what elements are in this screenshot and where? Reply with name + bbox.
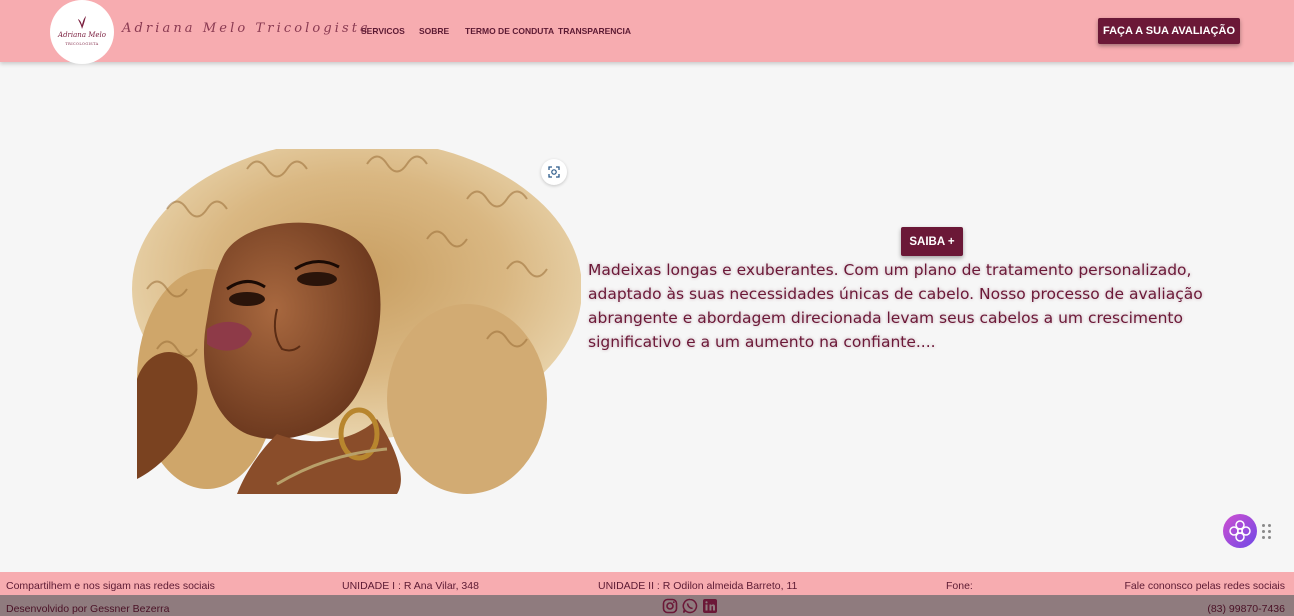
logo-subtext: TRICOLOGISTA: [65, 42, 99, 46]
learn-more-button[interactable]: SAIBA +: [901, 227, 963, 256]
whatsapp-icon[interactable]: [682, 598, 698, 614]
logo-text: Adriana Melo: [58, 31, 106, 39]
scan-zoom-icon: [548, 166, 560, 178]
footer-unit-2: UNIDADE II : R Odilon almeida Barreto, 1…: [598, 580, 798, 592]
brand-name: Adriana Melo Tricologista: [122, 21, 371, 36]
footer-share-text: Compartilhem e nos sigam nas redes socia…: [6, 580, 215, 592]
drag-dots-icon[interactable]: [1262, 524, 1272, 540]
footer-info-bar: Compartilhem e nos sigam nas redes socia…: [0, 572, 1294, 595]
schedule-evaluation-button[interactable]: FAÇA A SUA AVALIAÇÃO: [1098, 18, 1240, 44]
developer-credit: Desenvolvido por Gessner Bezerra: [6, 603, 170, 615]
footer-unit-1: UNIDADE I : R Ana Vilar, 348: [342, 580, 479, 592]
footer-credits-bar: Desenvolvido por Gessner Bezerra (83) 99…: [0, 595, 1294, 616]
hero-description: Madeixas longas e exuberantes. Com um pl…: [588, 261, 1203, 351]
image-zoom-button[interactable]: [541, 159, 567, 185]
logo-mark-icon: [78, 16, 86, 29]
hero-image: [132, 149, 581, 494]
instagram-icon[interactable]: [662, 598, 678, 614]
nav-item-termo-de-conduta[interactable]: TERMO DE CONDUTA: [465, 26, 554, 36]
nav-item-sobre[interactable]: SOBRE: [419, 26, 449, 36]
nav-item-transparencia[interactable]: TRANSPARENCIA: [558, 26, 631, 36]
accessibility-flower-icon: [1229, 520, 1251, 542]
footer-phone-label: Fone:: [946, 580, 973, 592]
site-header: Adriana Melo TRICOLOGISTA Adriana Melo T…: [0, 0, 1294, 64]
footer-contact-text: Fale cononsco pelas redes sociais: [1124, 580, 1285, 592]
linkedin-icon[interactable]: [702, 598, 718, 614]
nav-item-servicos[interactable]: SERVICOS: [361, 26, 405, 36]
accessibility-widget-button[interactable]: [1223, 514, 1257, 548]
footer-phone-number: (83) 99870-7436: [1207, 603, 1285, 615]
site-logo[interactable]: Adriana Melo TRICOLOGISTA: [50, 0, 114, 64]
